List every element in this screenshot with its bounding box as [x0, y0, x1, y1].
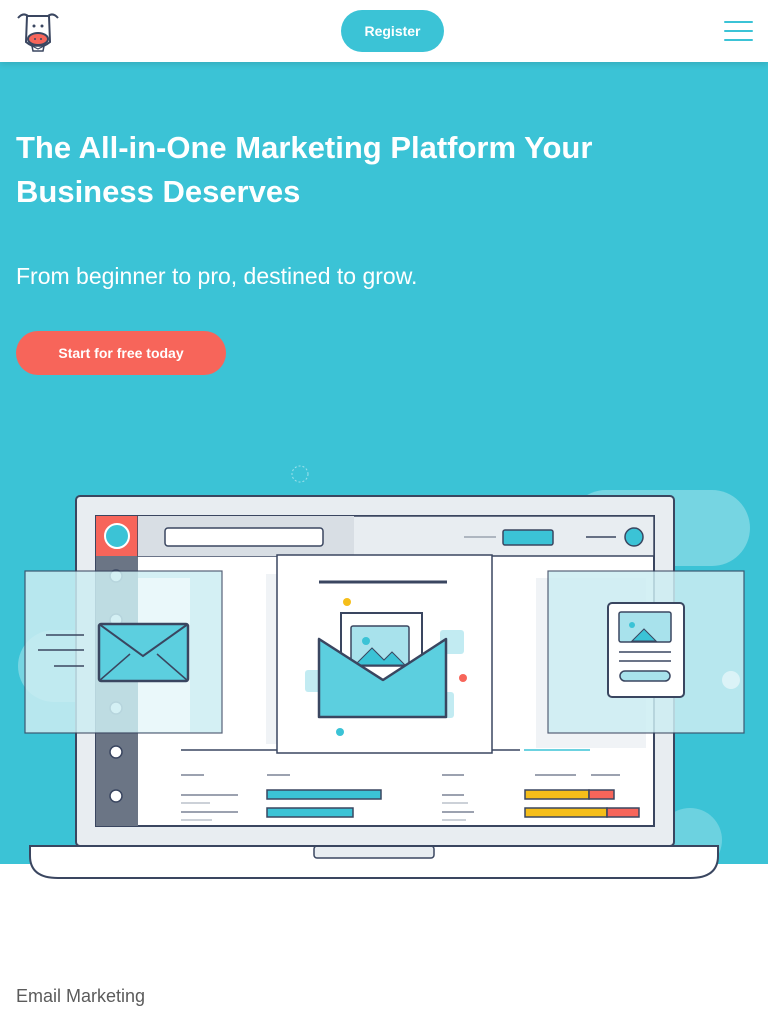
email-marketing-label: Email Marketing: [16, 986, 146, 1006]
hero-subtitle: From beginner to pro, destined to grow.: [16, 263, 418, 289]
cow-logo-icon[interactable]: [14, 8, 62, 54]
hero-title: The All-in-One Marketing Platform Your B…: [16, 130, 593, 209]
start-free-button[interactable]: Start for free today: [16, 331, 226, 375]
hamburger-menu-icon[interactable]: [724, 21, 754, 41]
top-navbar: Register: [0, 0, 768, 62]
laptop-email-builder-illustration: [18, 465, 750, 879]
register-button[interactable]: Register: [341, 10, 444, 52]
